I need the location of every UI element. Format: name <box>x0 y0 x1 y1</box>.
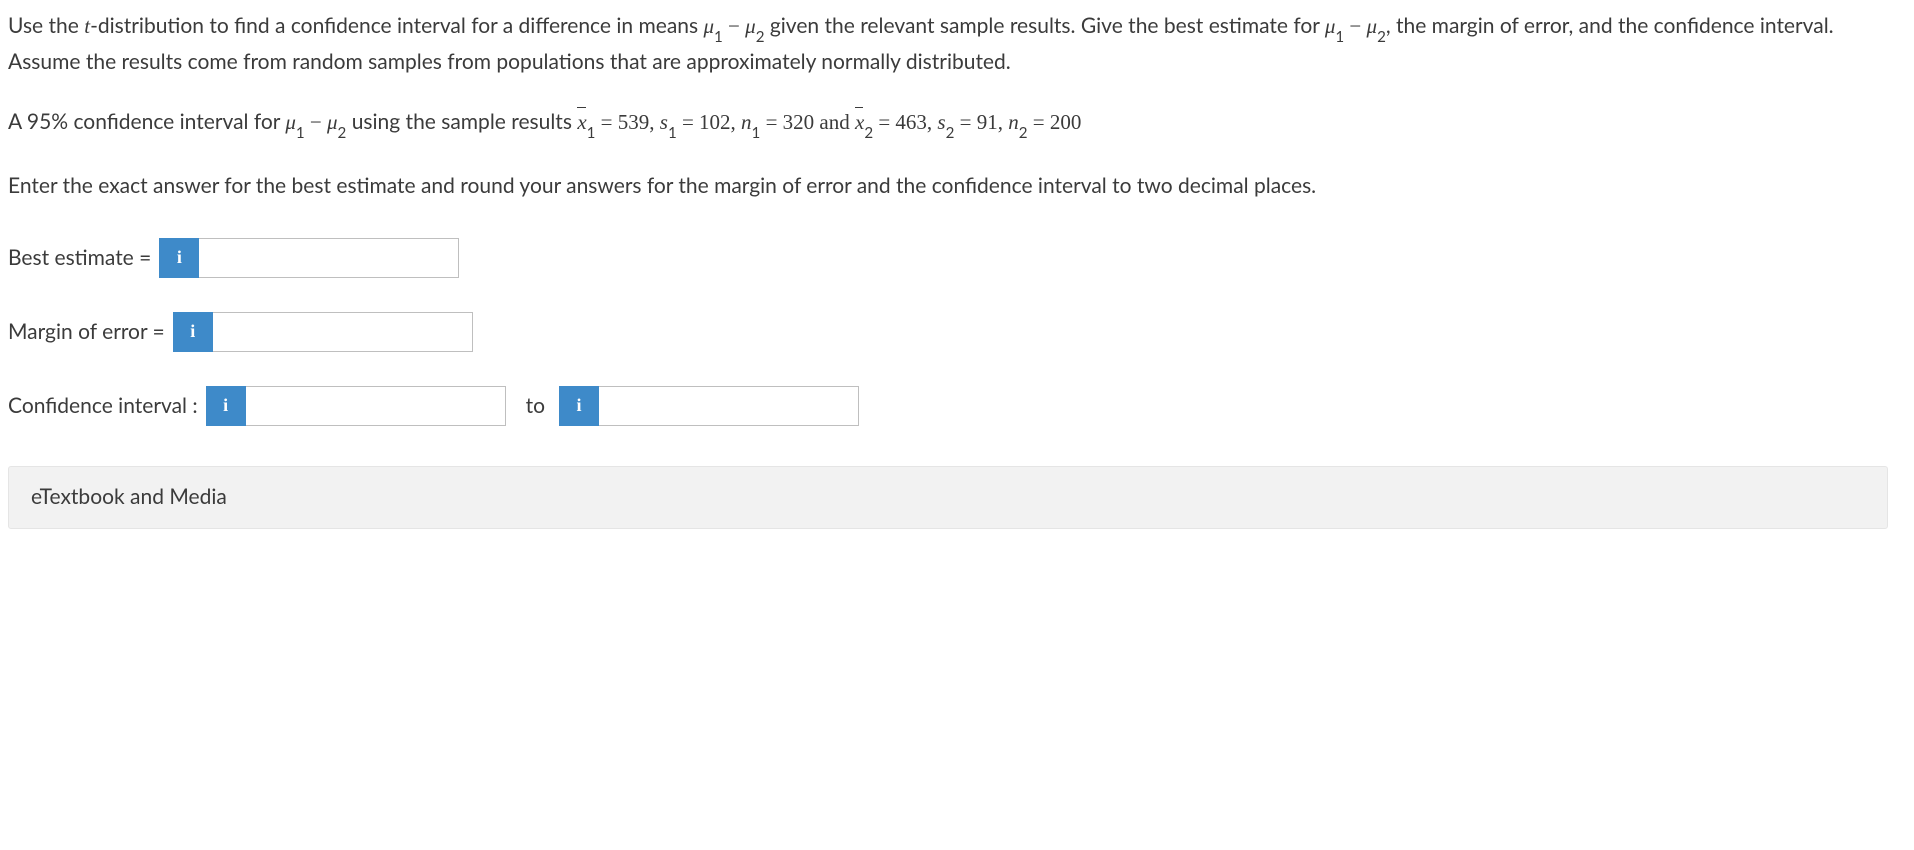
p-sub2: 2 <box>338 124 347 142</box>
ci-lower-input[interactable] <box>246 386 506 426</box>
eq2: = 102, <box>677 110 741 134</box>
n1-sub: 1 <box>752 124 761 142</box>
s2: s <box>937 110 945 134</box>
xbar2: x <box>855 106 864 139</box>
minus-sign: − <box>723 14 745 38</box>
p-minus: − <box>305 110 327 134</box>
best-estimate-input[interactable] <box>199 238 459 278</box>
p-mu2: μ <box>327 110 338 134</box>
s1: s <box>660 110 668 134</box>
info-icon[interactable]: i <box>159 238 199 278</box>
mu1b: μ <box>1325 14 1336 38</box>
margin-of-error-label: Margin of error = <box>8 316 165 349</box>
confidence-interval-label: Confidence interval : <box>8 390 198 423</box>
info-icon[interactable]: i <box>173 312 213 352</box>
xbar1-sub: 1 <box>587 124 596 142</box>
best-estimate-label: Best estimate = <box>8 242 151 275</box>
sub2: 2 <box>756 28 765 46</box>
params-mid: using the sample results <box>346 109 577 134</box>
s2-sub: 2 <box>946 124 955 142</box>
to-label: to <box>526 390 545 423</box>
n2: n <box>1008 110 1019 134</box>
mu1: μ <box>703 14 714 38</box>
s1-sub: 1 <box>668 124 677 142</box>
info-icon[interactable]: i <box>206 386 246 426</box>
margin-of-error-input[interactable] <box>213 312 473 352</box>
question-text-part: -distribution to find a confidence inter… <box>90 13 703 38</box>
eq5: = 91, <box>954 110 1008 134</box>
question-text-part: Use the <box>8 13 84 38</box>
sub1b: 1 <box>1335 28 1344 46</box>
n1: n <box>741 110 752 134</box>
best-estimate-row: Best estimate = i <box>8 238 1906 278</box>
eq3: = 320 and <box>760 110 855 134</box>
eq6: = 200 <box>1027 110 1081 134</box>
margin-of-error-row: Margin of error = i <box>8 312 1906 352</box>
info-icon[interactable]: i <box>559 386 599 426</box>
etextbook-and-media-button[interactable]: eTextbook and Media <box>8 466 1888 529</box>
sub2b: 2 <box>1377 28 1386 46</box>
n2-sub: 2 <box>1019 124 1028 142</box>
minus-sign-b: − <box>1344 14 1366 38</box>
question-paragraph: Use the t-distribution to find a confide… <box>8 10 1898 78</box>
p-sub1: 1 <box>296 124 305 142</box>
p-mu1: μ <box>285 110 296 134</box>
etextbook-label: eTextbook and Media <box>31 484 227 509</box>
instructions-text: Enter the exact answer for the best esti… <box>8 170 1898 203</box>
xbar1: x <box>577 106 586 139</box>
mu2: μ <box>745 14 756 38</box>
params-lead: A 95% confidence interval for <box>8 109 285 134</box>
xbar2-sub: 2 <box>864 124 873 142</box>
eq1: = 539, <box>595 110 659 134</box>
ci-upper-input[interactable] <box>599 386 859 426</box>
mu2b: μ <box>1367 14 1378 38</box>
confidence-interval-row: Confidence interval : i to i <box>8 386 1906 426</box>
parameters-line: A 95% confidence interval for μ1 − μ2 us… <box>8 106 1906 142</box>
eq4: = 463, <box>873 110 937 134</box>
sub1: 1 <box>714 28 723 46</box>
question-text-part: given the relevant sample results. Give … <box>764 13 1324 38</box>
